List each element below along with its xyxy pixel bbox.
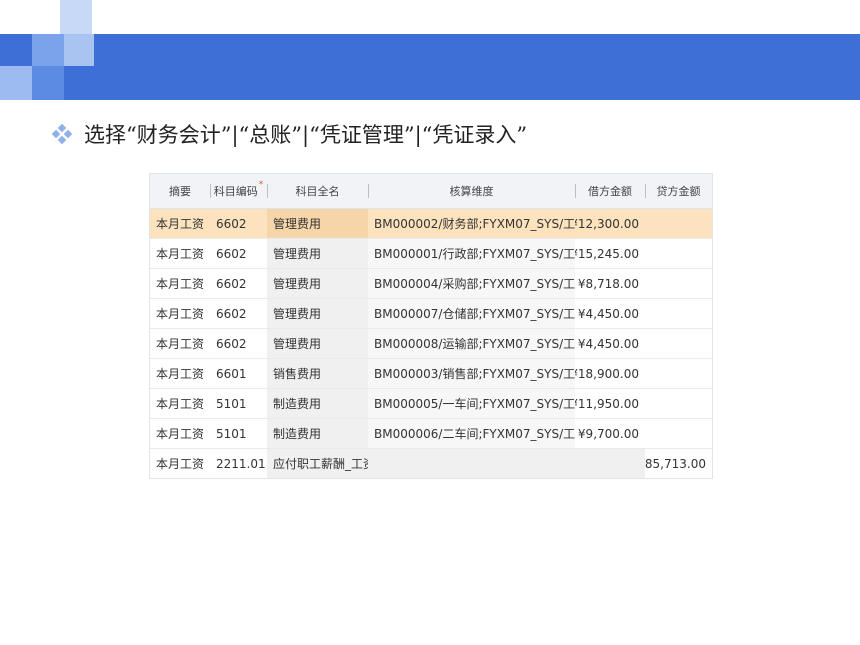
summary-cell[interactable]: 本月工资 [150, 359, 210, 388]
summary-cell[interactable]: 本月工资 [150, 419, 210, 448]
debit-cell[interactable]: ¥4,450.00 [575, 329, 645, 358]
dimension-cell[interactable] [368, 449, 575, 478]
credit-cell[interactable] [645, 389, 712, 418]
dimension-cell[interactable]: BM000005/一车间;FYXM07_SYS/工资 [368, 389, 575, 418]
account-name-cell[interactable]: 管理费用 [267, 329, 368, 358]
decor-square [60, 0, 92, 34]
debit-cell[interactable]: ¥11,950.00 [575, 389, 645, 418]
summary-cell[interactable]: 本月工资 [150, 269, 210, 298]
credit-cell[interactable] [645, 269, 712, 298]
table-row[interactable]: 本月工资 6602 管理费用 BM000007/仓储部;FYXM07_SYS/工资 ¥4… [150, 299, 712, 329]
dimension-cell[interactable]: BM000007/仓储部;FYXM07_SYS/工资 [368, 299, 575, 328]
voucher-entry-grid: 摘要 科目编码 * 科目全名 核算维度 借方金额 贷方金额 本月工资 6602 管理费… [149, 173, 713, 479]
account-code-cell[interactable]: 5101 [210, 419, 267, 448]
account-code-cell[interactable]: 6602 [210, 269, 267, 298]
account-name-cell[interactable]: 管理费用 [267, 209, 368, 238]
debit-cell[interactable]: ¥8,718.00 [575, 269, 645, 298]
account-code-cell[interactable]: 5101 [210, 389, 267, 418]
account-code-cell[interactable]: 6602 [210, 239, 267, 268]
summary-cell[interactable]: 本月工资 [150, 389, 210, 418]
table-row[interactable]: 本月工资 6602 管理费用 BM000001/行政部;FYXM07_SYS/工资 ¥1… [150, 239, 712, 269]
header-band [0, 34, 860, 100]
credit-cell[interactable] [645, 299, 712, 328]
debit-cell[interactable]: ¥9,700.00 [575, 419, 645, 448]
grid-body: 本月工资 6602 管理费用 BM000002/财务部;FYXM07_SYS/工资 ¥1… [150, 209, 712, 478]
table-row[interactable]: 本月工资 5101 制造费用 BM000005/一车间;FYXM07_SYS/工资 ¥1… [150, 389, 712, 419]
summary-cell[interactable]: 本月工资 [150, 329, 210, 358]
credit-cell[interactable] [645, 209, 712, 238]
debit-cell[interactable]: ¥15,245.00 [575, 239, 645, 268]
column-header-dimensions[interactable]: 核算维度 [368, 174, 575, 208]
account-code-cell[interactable]: 6601 [210, 359, 267, 388]
instruction-line: 选择“财务会计”|“总账”|“凭证管理”|“凭证录入” [51, 118, 528, 150]
dimension-cell[interactable]: BM000008/运输部;FYXM07_SYS/工资 [368, 329, 575, 358]
credit-cell[interactable] [645, 329, 712, 358]
credit-cell[interactable] [645, 419, 712, 448]
dimension-cell[interactable]: BM000002/财务部;FYXM07_SYS/工资 [368, 209, 575, 238]
dimension-cell[interactable]: BM000003/销售部;FYXM07_SYS/工资 [368, 359, 575, 388]
decor-square [64, 34, 94, 66]
table-row[interactable]: 本月工资 6602 管理费用 BM000008/运输部;FYXM07_SYS/工资 ¥4… [150, 329, 712, 359]
dimension-cell[interactable]: BM000004/采购部;FYXM07_SYS/工资 [368, 269, 575, 298]
account-code-cell[interactable]: 2211.01 [210, 449, 267, 478]
instruction-text: 选择“财务会计”|“总账”|“凭证管理”|“凭证录入” [84, 123, 528, 147]
dimension-cell[interactable]: BM000006/二车间;FYXM07_SYS/工资 [368, 419, 575, 448]
grid-header: 摘要 科目编码 * 科目全名 核算维度 借方金额 贷方金额 [150, 174, 712, 209]
table-row[interactable]: 本月工资 6602 管理费用 BM000004/采购部;FYXM07_SYS/工资 ¥8… [150, 269, 712, 299]
summary-cell[interactable]: 本月工资 [150, 299, 210, 328]
credit-cell[interactable]: ¥85,713.00 [645, 449, 712, 478]
account-name-cell[interactable]: 应付职工薪酬_工资 [267, 449, 368, 478]
table-row[interactable]: 本月工资2211.01应付职工薪酬_工资 ¥85,713.00 [150, 449, 712, 478]
table-row[interactable]: 本月工资 6602 管理费用 BM000002/财务部;FYXM07_SYS/工资 ¥1… [150, 209, 712, 239]
account-code-cell[interactable]: 6602 [210, 209, 267, 238]
column-header-account-name[interactable]: 科目全名 [267, 174, 368, 208]
account-name-cell[interactable]: 制造费用 [267, 419, 368, 448]
account-code-cell[interactable]: 6602 [210, 329, 267, 358]
account-name-cell[interactable]: 制造费用 [267, 389, 368, 418]
dimension-cell[interactable]: BM000001/行政部;FYXM07_SYS/工资 [368, 239, 575, 268]
debit-cell[interactable]: ¥4,450.00 [575, 299, 645, 328]
table-row[interactable]: 本月工资 6601 销售费用 BM000003/销售部;FYXM07_SYS/工资 ¥1… [150, 359, 712, 389]
credit-cell[interactable] [645, 359, 712, 388]
table-row[interactable]: 本月工资 5101 制造费用 BM000006/二车间;FYXM07_SYS/工资 ¥9… [150, 419, 712, 449]
required-mark: * [258, 180, 264, 190]
account-name-cell[interactable]: 管理费用 [267, 269, 368, 298]
column-header-summary[interactable]: 摘要 [150, 174, 210, 208]
account-name-cell[interactable]: 管理费用 [267, 299, 368, 328]
decor-square [0, 66, 32, 100]
debit-cell[interactable]: ¥12,300.00 [575, 209, 645, 238]
credit-cell[interactable] [645, 239, 712, 268]
debit-cell[interactable]: ¥18,900.00 [575, 359, 645, 388]
column-header-account-code[interactable]: 科目编码 * [210, 174, 267, 208]
decor-square [32, 66, 64, 100]
column-header-credit[interactable]: 贷方金额 [645, 174, 712, 208]
summary-cell[interactable]: 本月工资 [150, 209, 210, 238]
decor-square [32, 34, 64, 66]
account-code-cell[interactable]: 6602 [210, 299, 267, 328]
account-name-cell[interactable]: 销售费用 [267, 359, 368, 388]
debit-cell[interactable] [575, 449, 645, 478]
diamond-bullet-icon [51, 123, 73, 145]
column-header-debit[interactable]: 借方金额 [575, 174, 645, 208]
summary-cell[interactable]: 本月工资 [150, 449, 210, 478]
account-name-cell[interactable]: 管理费用 [267, 239, 368, 268]
summary-cell[interactable]: 本月工资 [150, 239, 210, 268]
